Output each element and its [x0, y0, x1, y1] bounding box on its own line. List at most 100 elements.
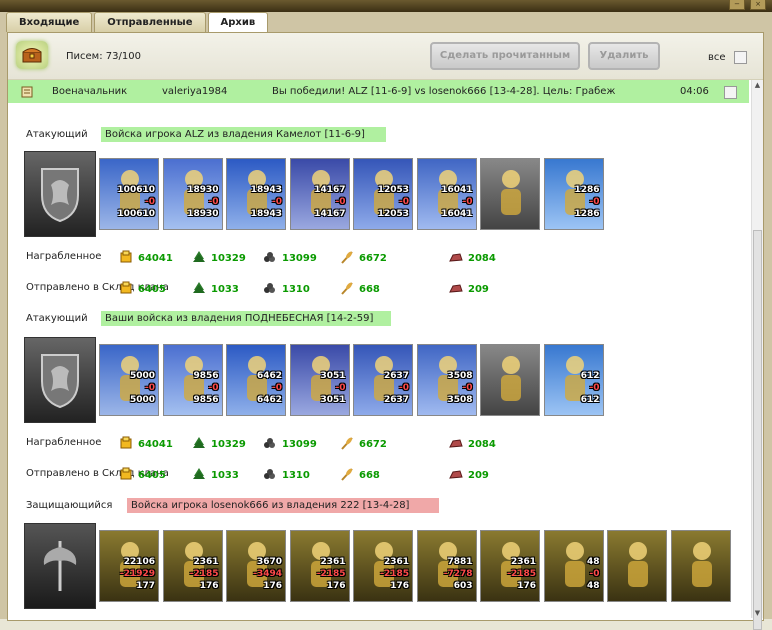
- ore-icon: [263, 281, 277, 298]
- tab-sent[interactable]: Отправленные: [94, 12, 206, 32]
- unit-card[interactable]: 1286 -0 1286: [543, 158, 604, 230]
- resource-amount: 6672: [359, 439, 387, 450]
- tab-inbox[interactable]: Входящие: [6, 12, 93, 32]
- unit-portrait-icon: [628, 542, 648, 587]
- resource-amount: 2084: [468, 253, 496, 264]
- resource-item: 6672: [340, 436, 387, 453]
- message-user[interactable]: valeriya1984: [162, 86, 227, 97]
- scroll-letter-icon: [21, 86, 33, 98]
- unit-card[interactable]: 18943 -0 18943: [226, 158, 286, 230]
- unit-bottom-count: 9856: [193, 395, 219, 405]
- unit-card[interactable]: 7881 -7278 603: [416, 530, 477, 602]
- tab-archive[interactable]: Архив: [207, 12, 269, 33]
- unit-loss-count: -0: [335, 197, 346, 207]
- looted-label: Награбленное: [26, 437, 102, 448]
- unit-card[interactable]: [480, 158, 540, 230]
- unit-card[interactable]: 3508 -0 3508: [416, 344, 477, 416]
- unit-bottom-count: 16041: [441, 209, 473, 219]
- scroll-up-icon[interactable]: ▲: [753, 80, 762, 90]
- resource-item: 1033: [192, 467, 239, 484]
- delete-button[interactable]: Удалить: [588, 42, 660, 70]
- resource-amount: 1033: [211, 284, 239, 295]
- unit-card[interactable]: 2361 -2185 176: [162, 530, 223, 602]
- unit-card[interactable]: 3670 -3494 176: [226, 530, 286, 602]
- resource-amount: 1033: [211, 470, 239, 481]
- unit-bottom-count: 603: [453, 581, 473, 591]
- resource-item: 13099: [263, 250, 317, 267]
- message-row[interactable]: Военачальник valeriya1984 Вы победили! A…: [8, 80, 749, 103]
- message-subject[interactable]: Вы победили! ALZ [11-6-9] vs losenok666 …: [272, 86, 615, 97]
- letters-count: Писем: 73/100: [66, 51, 141, 62]
- scroll-thumb[interactable]: [753, 230, 762, 630]
- resource-amount: 1310: [282, 470, 310, 481]
- resource-item: 209: [449, 281, 489, 298]
- mail-panel: Писем: 73/100 Сделать прочитанным Удалит…: [7, 32, 764, 630]
- unit-bottom-count: 176: [326, 581, 346, 591]
- unit-loss-count: -0: [589, 197, 600, 207]
- toolbar: Писем: 73/100 Сделать прочитанным Удалит…: [8, 33, 763, 80]
- scroll-down-icon[interactable]: ▼: [753, 608, 762, 618]
- axe-shield-icon: [43, 541, 77, 591]
- resource-item: 668: [340, 467, 380, 484]
- unit-card[interactable]: 48 -0 48: [543, 530, 604, 602]
- unit-loss-count: -0: [589, 569, 600, 579]
- unit-card[interactable]: 3051 -0 3051: [289, 344, 350, 416]
- unit-card[interactable]: 2361 -2185 176: [289, 530, 350, 602]
- unit-loss-count: -2185: [507, 569, 536, 579]
- unit-card[interactable]: 12053 -0 12053: [353, 158, 413, 230]
- ore-icon: [263, 436, 277, 453]
- unit-card[interactable]: 100610 -0 100610: [99, 158, 159, 230]
- minimize-button[interactable]: −: [729, 0, 745, 10]
- unit-top-count: 6462: [256, 371, 282, 381]
- army-title: Ваши войска из владения ПОДНЕБЕСНАЯ [14-…: [101, 311, 391, 326]
- close-button[interactable]: ×: [750, 0, 766, 10]
- grain-icon: [340, 436, 354, 453]
- unit-card[interactable]: 16041 -0 16041: [416, 158, 477, 230]
- unit-loss-count: -2185: [189, 569, 219, 579]
- wood-icon: [192, 436, 206, 453]
- unit-card[interactable]: 22106 -21929 177: [99, 530, 159, 602]
- unit-bottom-count: 177: [136, 581, 155, 591]
- unit-bottom-count: 176: [517, 581, 536, 591]
- unit-top-count: 18943: [250, 185, 282, 195]
- unit-loss-count: -0: [272, 197, 282, 207]
- unit-card[interactable]: 2361 -2185 176: [480, 530, 540, 602]
- stone-icon: [449, 250, 463, 267]
- resource-item: 1310: [263, 467, 310, 484]
- unit-card[interactable]: 9856 -0 9856: [162, 344, 223, 416]
- unit-top-count: 9856: [193, 371, 219, 381]
- unit-card[interactable]: 2361 -2185 176: [353, 530, 413, 602]
- unit-card[interactable]: 18930 -0 18930: [162, 158, 223, 230]
- unit-bottom-count: 12053: [377, 209, 409, 219]
- mark-read-button[interactable]: Сделать прочитанным: [430, 42, 580, 70]
- resource-item: 6405: [119, 467, 166, 484]
- unit-card[interactable]: [670, 530, 731, 602]
- unit-card[interactable]: [480, 344, 540, 416]
- resource-item: 6405: [119, 281, 166, 298]
- unit-card[interactable]: 2637 -0 2637: [353, 344, 413, 416]
- resource-item: 668: [340, 281, 380, 298]
- ore-icon: [263, 467, 277, 484]
- chest-icon: [22, 48, 42, 63]
- unit-bottom-count: 176: [390, 581, 409, 591]
- unit-bottom-count: 5000: [129, 395, 155, 405]
- unit-bottom-count: 3051: [320, 395, 346, 405]
- unit-card[interactable]: 612 -0 612: [543, 344, 604, 416]
- resource-amount: 6405: [138, 284, 166, 295]
- resource-amount: 2084: [468, 439, 496, 450]
- unit-bottom-count: 14167: [314, 209, 346, 219]
- unit-loss-count: -2185: [316, 569, 346, 579]
- message-checkbox[interactable]: [724, 86, 737, 99]
- resource-item: 2084: [449, 250, 496, 267]
- mail-tabs: Входящие Отправленные Архив: [6, 12, 269, 33]
- unit-card[interactable]: 5000 -0 5000: [99, 344, 159, 416]
- unit-card[interactable]: 6462 -0 6462: [226, 344, 286, 416]
- unit-bottom-count: 48: [586, 581, 600, 591]
- resource-item: 13099: [263, 436, 317, 453]
- archive-chest-button[interactable]: [16, 41, 48, 69]
- unit-top-count: 3670: [256, 557, 282, 567]
- select-all-checkbox[interactable]: [734, 51, 747, 64]
- unit-card[interactable]: [607, 530, 667, 602]
- unit-card[interactable]: 14167 -0 14167: [289, 158, 350, 230]
- vertical-scrollbar[interactable]: ▲ ▼: [751, 80, 763, 630]
